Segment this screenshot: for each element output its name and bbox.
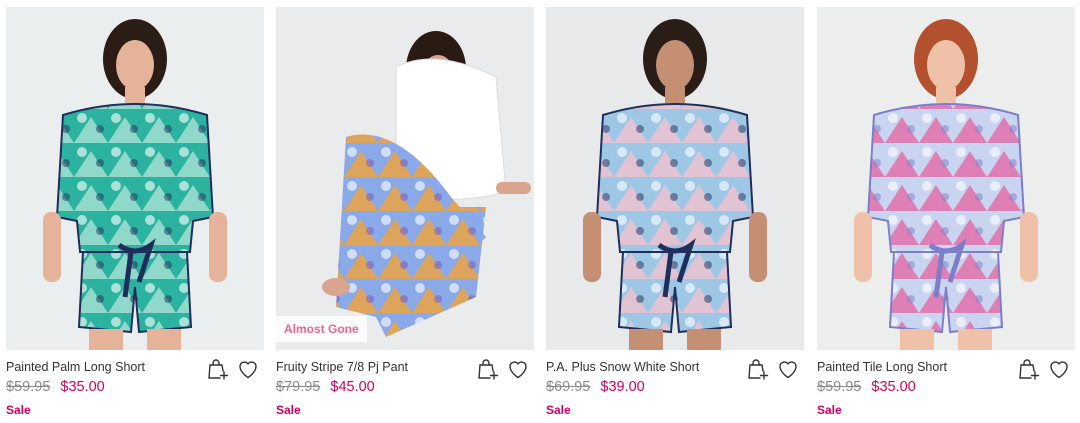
sale-price: $35.00 bbox=[60, 379, 105, 395]
product-name[interactable]: Painted Tile Long Short bbox=[817, 360, 947, 374]
product-price: $59.95 $35.00 bbox=[6, 379, 105, 395]
product-image[interactable] bbox=[6, 7, 264, 350]
bag-plus-icon bbox=[746, 357, 770, 386]
product-price: $79.95 $45.00 bbox=[276, 379, 375, 395]
product-name[interactable]: P.A. Plus Snow White Short bbox=[546, 360, 699, 374]
product-grid: Painted Palm Long Short $59.95 $35.00 Sa… bbox=[0, 0, 1080, 423]
original-price: $79.95 bbox=[276, 379, 321, 395]
heart-outline-icon bbox=[506, 357, 530, 386]
original-price: $69.95 bbox=[546, 379, 591, 395]
product-actions bbox=[1017, 357, 1071, 386]
add-to-bag-button[interactable] bbox=[746, 357, 770, 386]
bag-plus-icon bbox=[476, 357, 500, 386]
heart-outline-icon bbox=[776, 357, 800, 386]
sale-label: Sale bbox=[546, 403, 571, 417]
wishlist-button[interactable] bbox=[236, 359, 260, 383]
product-card: Painted Tile Long Short $59.95 $35.00 Sa… bbox=[817, 7, 1075, 417]
add-to-bag-button[interactable] bbox=[1017, 357, 1041, 386]
sale-price: $35.00 bbox=[871, 379, 916, 395]
product-card: P.A. Plus Snow White Short $69.95 $39.00… bbox=[546, 7, 804, 417]
add-to-bag-button[interactable] bbox=[206, 357, 230, 386]
product-actions bbox=[476, 357, 530, 386]
heart-outline-icon bbox=[1047, 357, 1071, 386]
product-price: $59.95 $35.00 bbox=[817, 379, 916, 395]
product-name[interactable]: Painted Palm Long Short bbox=[6, 360, 145, 374]
sale-label: Sale bbox=[6, 403, 31, 417]
almost-gone-badge: Almost Gone bbox=[276, 316, 367, 342]
wishlist-button[interactable] bbox=[776, 359, 800, 383]
sale-label: Sale bbox=[817, 403, 842, 417]
original-price: $59.95 bbox=[817, 379, 862, 395]
product-card: Almost Gone Fruity Stripe 7/8 Pj Pant $7… bbox=[276, 7, 534, 417]
original-price: $59.95 bbox=[6, 379, 51, 395]
product-name[interactable]: Fruity Stripe 7/8 Pj Pant bbox=[276, 360, 408, 374]
product-actions bbox=[206, 357, 260, 386]
sale-label: Sale bbox=[276, 403, 301, 417]
wishlist-button[interactable] bbox=[1047, 359, 1071, 383]
product-image[interactable]: Almost Gone bbox=[276, 7, 534, 350]
product-image[interactable] bbox=[546, 7, 804, 350]
product-image[interactable] bbox=[817, 7, 1075, 350]
bag-plus-icon bbox=[1017, 357, 1041, 386]
bag-plus-icon bbox=[206, 357, 230, 386]
heart-outline-icon bbox=[236, 357, 260, 386]
product-price: $69.95 $39.00 bbox=[546, 379, 645, 395]
add-to-bag-button[interactable] bbox=[476, 357, 500, 386]
product-card: Painted Palm Long Short $59.95 $35.00 Sa… bbox=[6, 7, 264, 417]
sale-price: $45.00 bbox=[330, 379, 375, 395]
wishlist-button[interactable] bbox=[506, 359, 530, 383]
product-actions bbox=[746, 357, 800, 386]
sale-price: $39.00 bbox=[600, 379, 645, 395]
